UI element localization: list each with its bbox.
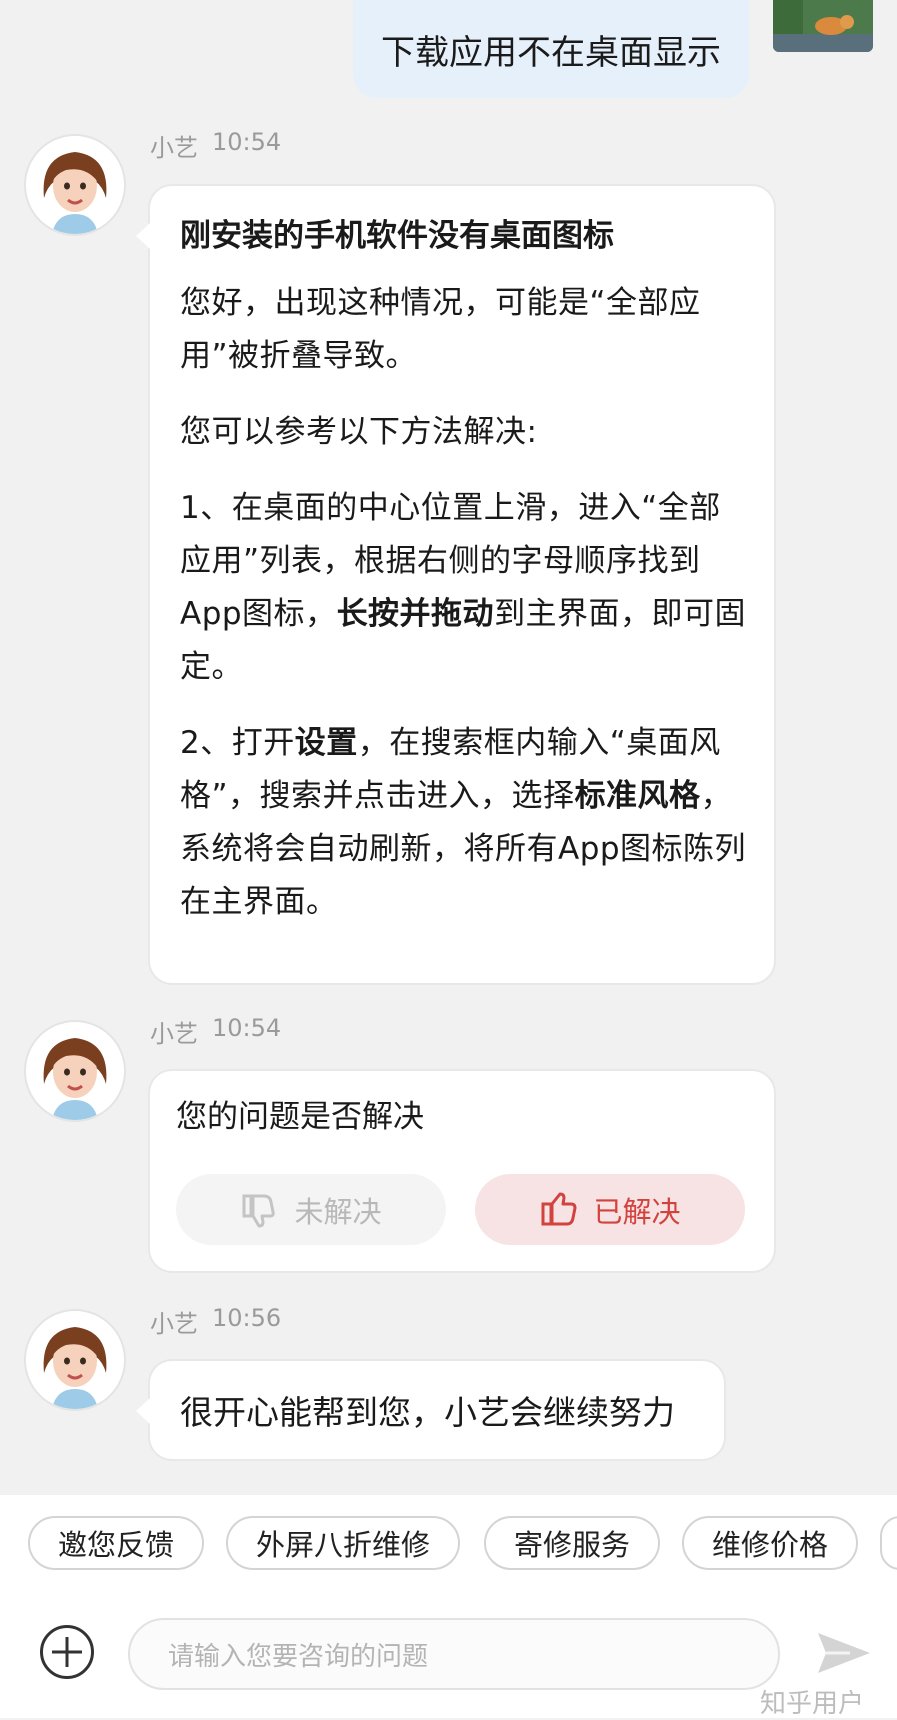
message-time: 10:54 [212,1014,282,1042]
answer-step-2: 2、打开设置，在搜索框内输入“桌面风格”，搜索并点击进入，选择标准风格，系统将会… [180,717,750,929]
user-message-text: 下载应用不在桌面显示 [381,32,721,73]
chip-label: 外屏八折维修 [255,1528,430,1562]
bubble-tail [136,1397,151,1425]
assistant-avatar [26,136,124,234]
sender-name: 小艺 [150,1020,198,1048]
unresolved-button[interactable]: 未解决 [176,1174,446,1245]
question-input[interactable]: 请输入您要咨询的问题 [128,1618,780,1690]
message-meta: 小艺 10:56 [150,1304,281,1339]
bubble-tail [136,222,151,250]
avatar-icon [26,1022,124,1120]
sender-name: 小艺 [150,1310,198,1338]
user-avatar-thumbnail[interactable] [773,0,873,52]
watermark: 知乎用户 [760,1689,865,1719]
quick-chip[interactable]: 寄修服务 [484,1516,660,1570]
answer-paragraph: 您好，出现这种情况，可能是“全部应用”被折叠导致。 [180,285,701,374]
unresolved-label: 未解决 [294,1194,382,1229]
assistant-avatar [26,1311,124,1409]
user-message-bubble: 下载应用不在桌面显示 [353,0,749,98]
thumbs-down-icon [242,1194,276,1227]
avatar-icon [26,136,124,234]
resolved-button[interactable]: 已解决 [475,1174,745,1245]
reply-bubble: 很开心能帮到您，小艺会继续努力 [136,1361,724,1459]
reply-text: 很开心能帮到您，小艺会继续努力 [180,1393,675,1432]
avatar-icon [26,1311,124,1409]
feedback-card: 您的问题是否解决 未解决 已解决 [150,1071,774,1271]
chip-label: 邀您反馈 [57,1528,174,1562]
answer-bubble: 刚安装的手机软件没有桌面图标 您好，出现这种情况，可能是“全部应用”被折叠导致。… [136,186,774,983]
chip-label: 寄修服务 [513,1528,630,1562]
user-message-row: 下载应用不在桌面显示 [0,0,897,110]
message-meta: 小艺 10:54 [150,1014,281,1049]
sender-name: 小艺 [150,134,198,162]
plus-circle-icon[interactable] [40,1625,94,1679]
answer-step-1: 1、在桌面的中心位置上滑，进入“全部应用”列表，根据右侧的字母顺序找到App图标… [180,482,750,694]
input-placeholder: 请输入您要咨询的问题 [168,1641,429,1672]
send-icon[interactable] [814,1623,874,1683]
quick-chip[interactable]: 维修价格 [682,1516,858,1570]
feedback-question: 您的问题是否解决 [176,1099,424,1135]
quick-chip[interactable]: 外屏八折维修 [226,1516,460,1570]
message-meta: 小艺 10:54 [150,128,281,163]
resolved-label: 已解决 [593,1194,681,1229]
chip-label: 维修价格 [711,1528,828,1562]
step-emphasis: 标准风格 [574,778,701,814]
message-time: 10:54 [212,128,282,156]
assistant-avatar [26,1022,124,1120]
thumbs-up-icon [541,1192,577,1225]
step-emphasis: 长按并拖动 [336,596,495,632]
step-text: 2、打开 [180,725,295,761]
answer-title: 刚安装的手机软件没有桌面图标 [180,218,614,254]
quick-chip[interactable]: 邀您反馈 [28,1516,204,1570]
quick-chip-partial[interactable] [880,1516,897,1570]
message-time: 10:56 [212,1304,282,1332]
answer-paragraph: 您可以参考以下方法解决: [180,414,538,450]
step-emphasis: 设置 [294,725,358,761]
